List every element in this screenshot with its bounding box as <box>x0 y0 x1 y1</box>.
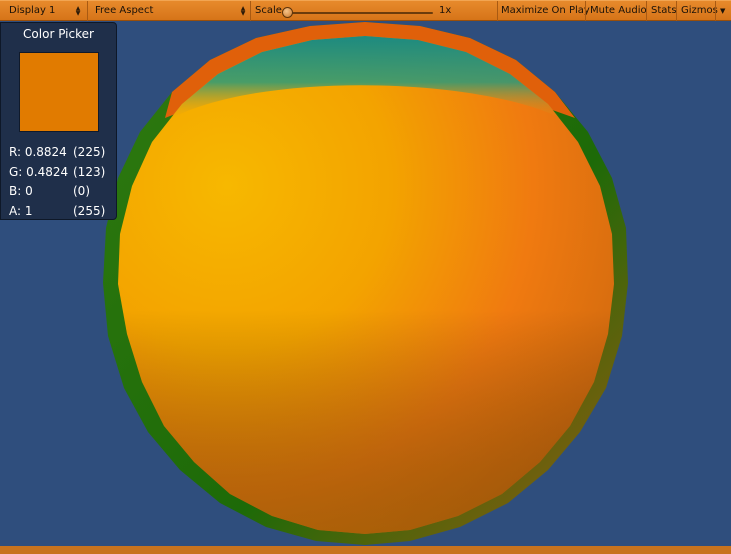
maximize-on-play-toggle[interactable]: Maximize On Play <box>501 1 590 21</box>
toolbar-divider <box>646 1 647 21</box>
display-dropdown-arrow-icon: ▲ ▼ <box>75 5 81 17</box>
game-view-toolbar: Display 1 ▲ ▼ Free Aspect ▲ ▼ Scale 1x Max… <box>0 0 731 21</box>
color-swatch <box>19 52 99 132</box>
scale-slider-thumb[interactable] <box>282 7 293 18</box>
aspect-dropdown-arrow-icon: ▲ ▼ <box>240 5 246 17</box>
scale-label: Scale <box>255 5 282 16</box>
display-dropdown-label: Display 1 <box>9 5 56 16</box>
red-byte: (225) <box>73 145 106 159</box>
bottom-border <box>0 546 731 554</box>
toolbar-divider <box>87 1 88 21</box>
toolbar-divider <box>250 1 251 21</box>
blue-value: B: 0 <box>9 184 33 198</box>
game-view: Display 1 ▲ ▼ Free Aspect ▲ ▼ Scale 1x Max… <box>0 0 731 554</box>
alpha-byte: (255) <box>73 204 106 218</box>
gizmos-menu-chevron-down-icon[interactable]: ▼ <box>720 1 725 21</box>
toolbar-divider <box>676 1 677 21</box>
toolbar-divider <box>715 1 716 21</box>
green-value: G: 0.4824 <box>9 165 69 179</box>
aspect-dropdown-label: Free Aspect <box>95 5 154 16</box>
color-picker-panel: Color Picker R: 0.8824 (225) G: 0.4824 (… <box>0 22 117 220</box>
scale-value: 1x <box>439 5 452 16</box>
stats-toggle[interactable]: Stats <box>651 1 677 21</box>
alpha-value: A: 1 <box>9 204 33 218</box>
red-value: R: 0.8824 <box>9 145 67 159</box>
mute-audio-toggle[interactable]: Mute Audio <box>590 1 647 21</box>
scale-slider-track[interactable] <box>287 12 433 14</box>
toolbar-divider <box>497 1 498 21</box>
aspect-dropdown[interactable]: Free Aspect <box>95 1 153 21</box>
green-byte: (123) <box>73 165 106 179</box>
display-dropdown[interactable]: Display 1 <box>9 1 55 21</box>
sphere-shading <box>118 36 614 534</box>
toolbar-divider <box>585 1 586 21</box>
blue-byte: (0) <box>73 184 90 198</box>
color-picker-title: Color Picker <box>23 27 94 41</box>
gizmos-toggle[interactable]: Gizmos <box>681 1 718 21</box>
